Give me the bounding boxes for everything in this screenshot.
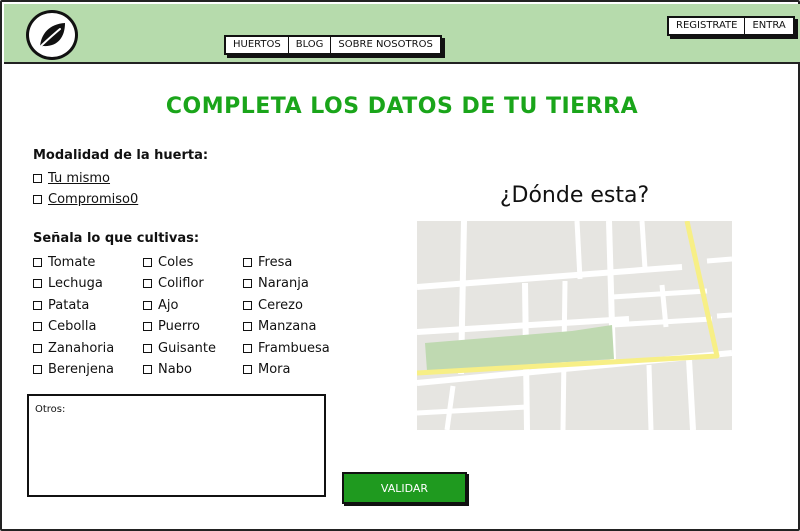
cultivo-checkbox-patata[interactable]: Patata bbox=[33, 298, 89, 313]
checkbox[interactable] bbox=[33, 301, 42, 310]
checkbox-label: Cerezo bbox=[258, 298, 303, 313]
checkbox-label: Nabo bbox=[158, 362, 192, 377]
checkbox[interactable] bbox=[143, 365, 152, 374]
cultivo-checkbox-guisante[interactable]: Guisante bbox=[143, 341, 216, 356]
cultivo-checkbox-cerezo[interactable]: Cerezo bbox=[243, 298, 303, 313]
auth-buttons: REGISTRATE ENTRA bbox=[667, 16, 795, 36]
nav-item-huertos[interactable]: HUERTOS bbox=[226, 37, 289, 53]
checkbox-label: Naranja bbox=[258, 276, 309, 291]
checkbox-label: Mora bbox=[258, 362, 291, 377]
cultivo-checkbox-coles[interactable]: Coles bbox=[143, 255, 193, 270]
main-nav: HUERTOS BLOG SOBRE NOSOTROS bbox=[224, 35, 442, 55]
cultivo-checkbox-cebolla[interactable]: Cebolla bbox=[33, 319, 96, 334]
cultivo-checkbox-naranja[interactable]: Naranja bbox=[243, 276, 309, 291]
map-title: ¿Dónde esta? bbox=[499, 183, 650, 208]
checkbox-label: Manzana bbox=[258, 319, 317, 334]
checkbox-label: Frambuesa bbox=[258, 341, 330, 356]
checkbox-label: Fresa bbox=[258, 255, 293, 270]
checkbox[interactable] bbox=[243, 279, 252, 288]
cultivo-checkbox-coliflor[interactable]: Coliflor bbox=[143, 276, 204, 291]
checkbox-label: Tu mismo bbox=[48, 171, 111, 186]
login-button[interactable]: ENTRA bbox=[745, 18, 792, 34]
checkbox[interactable] bbox=[33, 258, 42, 267]
checkbox-label: Zanahoria bbox=[48, 341, 115, 356]
register-button[interactable]: REGISTRATE bbox=[669, 18, 746, 34]
checkbox[interactable] bbox=[243, 365, 252, 374]
checkbox[interactable] bbox=[143, 301, 152, 310]
checkbox[interactable] bbox=[243, 322, 252, 331]
checkbox-label: Ajo bbox=[158, 298, 179, 313]
cultivo-checkbox-ajo[interactable]: Ajo bbox=[143, 298, 178, 313]
checkbox[interactable] bbox=[143, 322, 152, 331]
checkbox-label: Compromiso0 bbox=[48, 192, 139, 207]
checkbox-label: Berenjena bbox=[48, 362, 115, 377]
cultivo-checkbox-nabo[interactable]: Nabo bbox=[143, 362, 192, 377]
checkbox[interactable] bbox=[243, 301, 252, 310]
modalidad-option-tu-mismo[interactable]: Tu mismo bbox=[33, 171, 110, 186]
checkbox-label: Puerro bbox=[158, 319, 200, 334]
checkbox-label: Tomate bbox=[48, 255, 96, 270]
cultivo-checkbox-puerro[interactable]: Puerro bbox=[143, 319, 200, 334]
checkbox[interactable] bbox=[33, 174, 42, 183]
checkbox-label: Coles bbox=[158, 255, 194, 270]
header-bar: HUERTOS BLOG SOBRE NOSOTROS REGISTRATE E… bbox=[4, 4, 800, 64]
otros-textarea[interactable]: Otros: bbox=[27, 394, 326, 497]
checkbox[interactable] bbox=[143, 344, 152, 353]
cultivo-checkbox-fresa[interactable]: Fresa bbox=[243, 255, 292, 270]
checkbox[interactable] bbox=[143, 279, 152, 288]
cultivo-checkbox-lechuga[interactable]: Lechuga bbox=[33, 276, 103, 291]
cultivo-checkbox-frambuesa[interactable]: Frambuesa bbox=[243, 341, 330, 356]
checkbox[interactable] bbox=[243, 344, 252, 353]
checkbox[interactable] bbox=[33, 279, 42, 288]
checkbox[interactable] bbox=[33, 365, 42, 374]
cultivos-label: Señala lo que cultivas: bbox=[33, 231, 200, 246]
modalidad-label: Modalidad de la huerta: bbox=[33, 148, 209, 163]
checkbox[interactable] bbox=[33, 195, 42, 204]
cultivo-checkbox-berenjena[interactable]: Berenjena bbox=[33, 362, 114, 377]
app-window: HUERTOS BLOG SOBRE NOSOTROS REGISTRATE E… bbox=[0, 0, 800, 531]
checkbox-label: Coliflor bbox=[158, 276, 204, 291]
checkbox[interactable] bbox=[33, 344, 42, 353]
checkbox[interactable] bbox=[243, 258, 252, 267]
checkbox[interactable] bbox=[33, 322, 42, 331]
validar-button[interactable]: VALIDAR bbox=[342, 472, 467, 504]
checkbox-label: Cebolla bbox=[48, 319, 97, 334]
checkbox-label: Lechuga bbox=[48, 276, 103, 291]
checkbox[interactable] bbox=[143, 258, 152, 267]
checkbox-label: Patata bbox=[48, 298, 90, 313]
nav-item-blog[interactable]: BLOG bbox=[289, 37, 332, 53]
modalidad-option-compromiso[interactable]: Compromiso0 bbox=[33, 192, 138, 207]
otros-placeholder: Otros: bbox=[35, 404, 66, 415]
page-title: COMPLETA LOS DATOS DE TU TIERRA bbox=[165, 94, 639, 119]
cultivo-checkbox-manzana[interactable]: Manzana bbox=[243, 319, 316, 334]
cultivo-checkbox-tomate[interactable]: Tomate bbox=[33, 255, 95, 270]
leaf-icon bbox=[38, 23, 65, 49]
location-map[interactable] bbox=[417, 221, 732, 430]
cultivo-checkbox-zanahoria[interactable]: Zanahoria bbox=[33, 341, 114, 356]
cultivo-checkbox-mora[interactable]: Mora bbox=[243, 362, 290, 377]
checkbox-label: Guisante bbox=[158, 341, 216, 356]
site-logo[interactable] bbox=[26, 10, 78, 60]
nav-item-sobre-nosotros[interactable]: SOBRE NOSOTROS bbox=[331, 37, 439, 53]
